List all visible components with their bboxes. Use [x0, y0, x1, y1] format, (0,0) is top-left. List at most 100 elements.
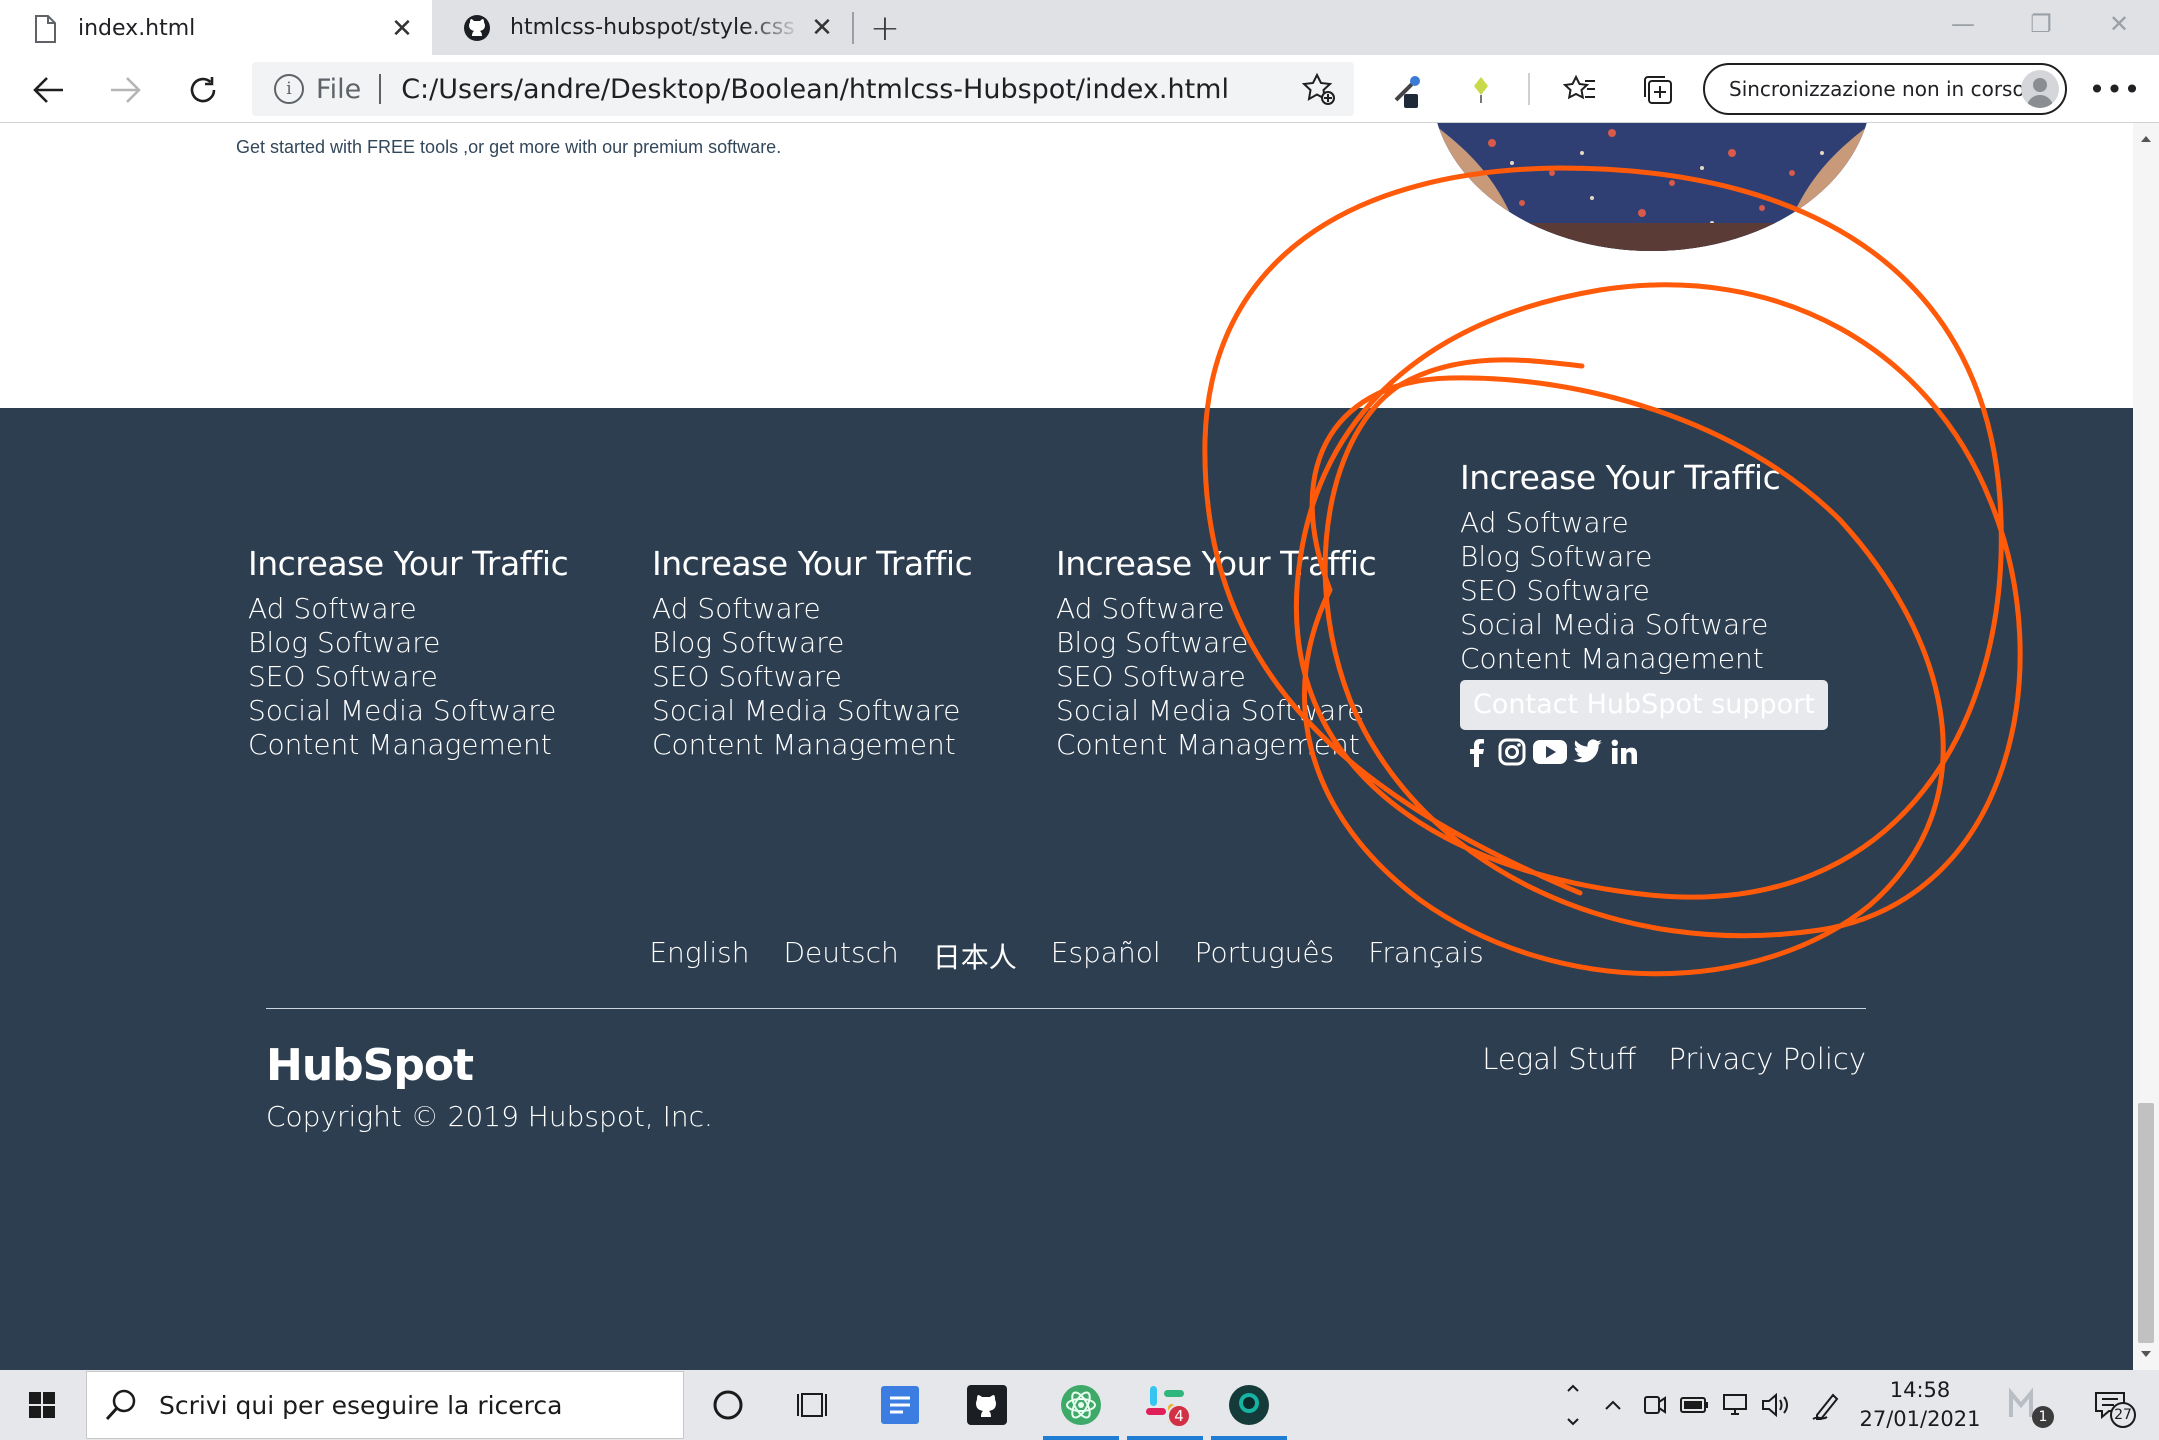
- close-tab-icon[interactable]: ✕: [382, 9, 422, 49]
- add-favorite-icon[interactable]: [1301, 72, 1336, 106]
- taskbar-search[interactable]: Scrivi qui per eseguire la ricerca: [86, 1371, 684, 1439]
- scroll-down-icon: [2141, 1351, 2151, 1357]
- minimize-icon[interactable]: —: [1924, 0, 2002, 48]
- linkedin-icon[interactable]: [1608, 736, 1640, 768]
- system-clock[interactable]: 14:58 27/01/2021: [1855, 1376, 1985, 1434]
- scheme-label: File: [316, 73, 362, 105]
- volume-icon[interactable]: [1757, 1370, 1793, 1440]
- tab-index-html[interactable]: index.html ✕: [0, 0, 432, 55]
- language-francais[interactable]: Français: [1368, 936, 1483, 976]
- more-options-icon[interactable]: •••: [2089, 67, 2141, 111]
- browser-toolbar: i File C:/Users/andre/Desktop/Boolean/ht…: [0, 55, 2159, 123]
- footer-link[interactable]: Content Management: [1460, 642, 1828, 676]
- forward-button[interactable]: [100, 65, 150, 115]
- footer-link[interactable]: Content Management: [248, 728, 568, 762]
- footer-link[interactable]: Blog Software: [1460, 540, 1828, 574]
- task-view-icon: [797, 1393, 827, 1417]
- language-japanese[interactable]: 日本人: [933, 936, 1017, 976]
- instagram-icon[interactable]: [1496, 736, 1528, 768]
- footer-link[interactable]: Ad Software: [652, 592, 972, 626]
- language-portugues[interactable]: Português: [1195, 936, 1335, 976]
- tray-scroll-arrows[interactable]: [1560, 1370, 1586, 1440]
- page-viewport: Get started with FREE tools ,or get more…: [0, 123, 2133, 1370]
- cortana-button[interactable]: [698, 1370, 758, 1440]
- action-center-button[interactable]: 27: [2080, 1370, 2140, 1440]
- footer-link[interactable]: Ad Software: [248, 592, 568, 626]
- footer-link[interactable]: Ad Software: [1460, 506, 1828, 540]
- network-icon[interactable]: [1717, 1370, 1753, 1440]
- footer-link[interactable]: SEO Software: [1460, 574, 1828, 608]
- copyright-text: Copyright © 2019 Hubspot, Inc.: [266, 1100, 713, 1133]
- language-espanol[interactable]: Español: [1051, 936, 1161, 976]
- footer-link[interactable]: Content Management: [1056, 728, 1376, 762]
- atom-app[interactable]: [1043, 1370, 1119, 1440]
- footer-link[interactable]: Social Media Software: [652, 694, 972, 728]
- page-scrollbar[interactable]: [2133, 123, 2159, 1370]
- footer-link[interactable]: Blog Software: [652, 626, 972, 660]
- footer-link[interactable]: Social Media Software: [1056, 694, 1376, 728]
- back-arrow-icon: [33, 77, 63, 103]
- close-tab-icon[interactable]: ✕: [802, 8, 842, 48]
- new-tab-button[interactable]: +: [862, 5, 908, 51]
- scroll-up-icon: [2141, 136, 2151, 142]
- task-view-button[interactable]: [784, 1370, 844, 1440]
- favorites-icon[interactable]: [1559, 69, 1601, 111]
- url-text[interactable]: C:/Users/andre/Desktop/Boolean/htmlcss-H…: [401, 74, 1229, 105]
- show-hidden-icons-button[interactable]: [1595, 1370, 1631, 1440]
- language-english[interactable]: English: [649, 936, 749, 976]
- extension-eyedropper-icon[interactable]: [1387, 69, 1429, 111]
- info-icon[interactable]: i: [274, 74, 304, 104]
- legal-stuff-link[interactable]: Legal Stuff: [1482, 1042, 1636, 1076]
- active-app-indicator: [1211, 1436, 1287, 1440]
- restore-icon[interactable]: ❐: [2002, 0, 2080, 48]
- footer-heading: Increase Your Traffic: [1460, 458, 1781, 497]
- contact-support-button[interactable]: Contact HubSpot support: [1460, 680, 1828, 730]
- refresh-icon: [190, 77, 216, 103]
- refresh-button[interactable]: [178, 65, 228, 115]
- facebook-icon[interactable]: [1460, 736, 1492, 768]
- footer-link[interactable]: Blog Software: [248, 626, 568, 660]
- gitkraken-app[interactable]: [1211, 1370, 1287, 1440]
- start-button[interactable]: [0, 1370, 84, 1440]
- tab-style-css[interactable]: htmlcss-hubspot/style.css at main ✕: [432, 0, 852, 55]
- footer-divider: [266, 1008, 1866, 1009]
- slack-app[interactable]: 4: [1127, 1370, 1203, 1440]
- legal-links: Legal Stuff Privacy Policy: [1482, 1042, 1866, 1076]
- footer-link[interactable]: Social Media Software: [248, 694, 568, 728]
- youtube-icon[interactable]: [1532, 736, 1568, 768]
- tab-separator: [852, 12, 854, 44]
- sync-button[interactable]: Sincronizzazione non in corso: [1703, 63, 2067, 115]
- extension-pin-icon[interactable]: [1460, 69, 1502, 111]
- back-button[interactable]: [24, 65, 74, 115]
- scrollbar-thumb[interactable]: [2138, 1103, 2154, 1343]
- footer-link[interactable]: SEO Software: [652, 660, 972, 694]
- active-app-indicator: [1127, 1436, 1203, 1440]
- google-docs-app[interactable]: [870, 1370, 930, 1440]
- footer-link[interactable]: Blog Software: [1056, 626, 1376, 660]
- window-close-icon[interactable]: ✕: [2080, 0, 2158, 48]
- footer-heading: Increase Your Traffic: [248, 544, 569, 583]
- battery-icon[interactable]: [1677, 1370, 1713, 1440]
- chevron-up-icon: [1605, 1400, 1621, 1410]
- footer-link[interactable]: Ad Software: [1056, 592, 1376, 626]
- hubspot-logo[interactable]: HubSpot: [266, 1040, 474, 1091]
- footer-column-2: Increase Your Traffic Ad Software Blog S…: [652, 544, 973, 762]
- language-deutsch[interactable]: Deutsch: [783, 936, 898, 976]
- toolbar-divider: [1528, 73, 1530, 105]
- footer-column-3: Increase Your Traffic Ad Software Blog S…: [1056, 544, 1377, 762]
- footer-link[interactable]: Social Media Software: [1460, 608, 1828, 642]
- tab-title: htmlcss-hubspot/style.css at main: [510, 15, 802, 40]
- forward-arrow-icon: [111, 77, 141, 103]
- privacy-policy-link[interactable]: Privacy Policy: [1668, 1042, 1866, 1076]
- github-desktop-app[interactable]: [957, 1370, 1017, 1440]
- meet-now-icon[interactable]: [1638, 1370, 1672, 1440]
- footer-link[interactable]: SEO Software: [248, 660, 568, 694]
- pen-workspace-icon[interactable]: [1807, 1370, 1847, 1440]
- footer-link[interactable]: Content Management: [652, 728, 972, 762]
- address-bar[interactable]: i File C:/Users/andre/Desktop/Boolean/ht…: [252, 62, 1354, 116]
- footer-link[interactable]: SEO Software: [1056, 660, 1376, 694]
- collections-icon[interactable]: [1637, 69, 1679, 111]
- tray-app-icon[interactable]: 1: [2000, 1370, 2054, 1440]
- hero-person-photo: [1432, 123, 1872, 251]
- twitter-icon[interactable]: [1572, 736, 1604, 768]
